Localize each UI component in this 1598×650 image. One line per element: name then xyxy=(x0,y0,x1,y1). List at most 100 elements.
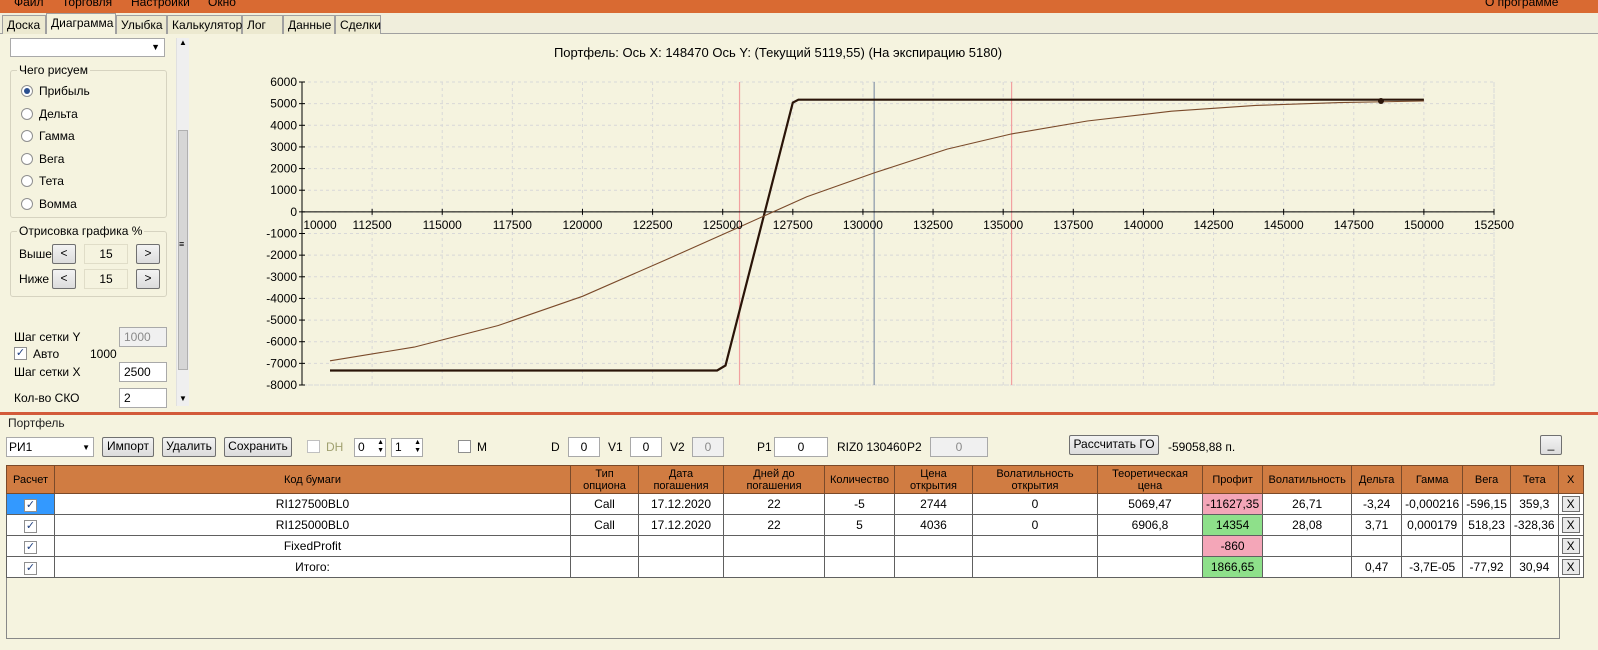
column-header[interactable]: Дней до погашения xyxy=(723,465,825,494)
spin-one[interactable]: 0 ▲ ▼ xyxy=(354,438,386,457)
menu-settings[interactable]: Настройки xyxy=(131,0,190,9)
tab-calculator[interactable]: Калькулятор xyxy=(167,15,242,34)
menu-file[interactable]: Файл xyxy=(14,0,44,9)
table-row[interactable]: ✓ RI127500BL0 Call 17.12.2020 22 -5 2744 0 5069,… xyxy=(6,493,1584,515)
scroll-thumb[interactable]: ≡ xyxy=(178,130,188,370)
save-button[interactable]: Сохранить xyxy=(224,437,292,457)
tab-smile[interactable]: Улыбка xyxy=(116,15,167,34)
pane-splitter[interactable] xyxy=(0,412,1598,415)
calc-checkbox-cell[interactable]: ✓ xyxy=(6,556,55,578)
remove-row-cell[interactable]: X xyxy=(1557,556,1584,578)
column-header[interactable]: Вега xyxy=(1462,465,1511,494)
table-cell: 5069,47 xyxy=(1097,493,1203,515)
portfolio-dropdown[interactable]: РИ1 ▼ xyxy=(6,437,94,457)
column-header[interactable]: Количество xyxy=(824,465,895,494)
column-header[interactable]: Тета xyxy=(1509,465,1559,494)
tab-board[interactable]: Доска xyxy=(2,15,46,34)
radio-vomma-label: Вомма xyxy=(39,197,77,211)
table-cell: 22 xyxy=(723,514,825,536)
calc-checkbox-cell[interactable]: ✓ xyxy=(6,493,55,515)
calc-checkbox[interactable]: ✓ xyxy=(24,498,37,512)
table-cell: 3,71 xyxy=(1351,514,1403,536)
import-button[interactable]: Импорт xyxy=(102,437,154,457)
column-header[interactable]: Профит xyxy=(1201,465,1264,494)
remove-row-button[interactable]: X xyxy=(1561,538,1580,554)
table-row[interactable]: ✓ FixedProfit -860 X xyxy=(6,535,1584,557)
p1-input[interactable]: 0 xyxy=(774,437,828,457)
dh-checkbox[interactable] xyxy=(307,440,320,453)
sko-input[interactable]: 2 xyxy=(119,388,167,408)
menu-window[interactable]: Окно xyxy=(208,0,236,9)
table-cell xyxy=(972,556,1098,578)
above-value[interactable]: 15 xyxy=(84,244,128,264)
column-header[interactable]: Волатильность открытия xyxy=(972,465,1098,494)
p2-input[interactable]: 0 xyxy=(930,437,988,457)
column-header[interactable]: Гамма xyxy=(1401,465,1464,494)
above-decrease-button[interactable]: < xyxy=(52,244,76,264)
below-value[interactable]: 15 xyxy=(84,269,128,289)
column-header[interactable]: Цена открытия xyxy=(894,465,973,494)
menu-trade[interactable]: Торговля xyxy=(62,0,112,9)
scroll-up-icon[interactable]: ▲ xyxy=(179,38,187,47)
table-row[interactable]: ✓ RI125000BL0 Call 17.12.2020 22 5 4036 0 6906,8… xyxy=(6,514,1584,536)
table-cell: 22 xyxy=(723,493,825,515)
portfolio-select[interactable]: ▼ xyxy=(10,38,165,57)
calc-checkbox[interactable]: ✓ xyxy=(24,561,37,575)
remove-row-cell[interactable]: X xyxy=(1557,535,1584,557)
grid-x-input[interactable]: 2500 xyxy=(119,362,167,382)
table-row[interactable]: ✓ Итого: 1866,65 0,47 -3,7E-05 -77,92 30,94 X xyxy=(6,556,1584,578)
remove-row-button[interactable]: X xyxy=(1561,559,1580,575)
calc-go-button[interactable]: Рассчитать ГО xyxy=(1069,435,1159,455)
tab-diagram[interactable]: Диаграмма xyxy=(46,13,116,34)
v2-input[interactable]: 0 xyxy=(692,437,724,457)
minimize-button[interactable]: _ xyxy=(1540,435,1562,455)
table-cell: Итого: xyxy=(54,556,571,578)
delete-button[interactable]: Удалить xyxy=(162,437,216,457)
y-tick-label: -2000 xyxy=(266,248,297,262)
grid-y-input[interactable]: 1000 xyxy=(119,327,167,347)
remove-row-button[interactable]: X xyxy=(1561,517,1580,533)
remove-row-cell[interactable]: X xyxy=(1557,493,1584,515)
x-tick-label: 140000 xyxy=(1123,218,1163,232)
calc-checkbox[interactable]: ✓ xyxy=(24,540,37,554)
spin-two-arrows-icon[interactable]: ▲ ▼ xyxy=(414,439,421,455)
column-header[interactable]: Волатильность xyxy=(1262,465,1353,494)
table-cell: 17.12.2020 xyxy=(638,514,724,536)
column-header[interactable]: X xyxy=(1557,465,1584,494)
tab-log[interactable]: Лог xyxy=(242,15,283,34)
column-header[interactable]: Тип опциона xyxy=(570,465,639,494)
calc-checkbox-cell[interactable]: ✓ xyxy=(6,535,55,557)
tab-data[interactable]: Данные xyxy=(283,15,335,34)
calc-checkbox-cell[interactable]: ✓ xyxy=(6,514,55,536)
below-decrease-button[interactable]: < xyxy=(52,269,76,289)
radio-vega-label: Вега xyxy=(39,152,65,166)
settings-panel: ▼ Чего рисуем Прибыль Дельта Гамма Вега … xyxy=(0,34,190,412)
d-input[interactable]: 0 xyxy=(568,437,600,457)
calc-checkbox[interactable]: ✓ xyxy=(24,519,37,533)
below-increase-button[interactable]: > xyxy=(136,269,160,289)
column-header[interactable]: Код бумаги xyxy=(54,465,571,494)
table-cell: -5 xyxy=(824,493,895,515)
above-increase-button[interactable]: > xyxy=(136,244,160,264)
column-header[interactable]: Теоретическая цена xyxy=(1097,465,1203,494)
v1-input[interactable]: 0 xyxy=(630,437,662,457)
column-header[interactable]: Дельта xyxy=(1351,465,1403,494)
auto-checkbox[interactable]: ✓ xyxy=(14,347,27,360)
grid-x-label: Шаг сетки X xyxy=(14,365,81,379)
column-header[interactable]: Дата погашения xyxy=(638,465,724,494)
x-tick-label: 117500 xyxy=(493,218,532,232)
table-cell xyxy=(1462,535,1511,557)
settings-scrollbar[interactable]: ▲ ≡ ▼ xyxy=(176,38,189,406)
spin-two[interactable]: 1 ▲ ▼ xyxy=(391,438,423,457)
x-tick-label: 115000 xyxy=(423,218,462,232)
spin-one-arrows-icon[interactable]: ▲ ▼ xyxy=(377,439,384,455)
scroll-down-icon[interactable]: ▼ xyxy=(179,394,187,403)
remove-row-cell[interactable]: X xyxy=(1557,514,1584,536)
menu-about[interactable]: О программе xyxy=(1485,0,1558,9)
m-checkbox[interactable] xyxy=(458,440,471,453)
grid-y-label: Шаг сетки Y xyxy=(14,330,81,344)
y-tick-label: 4000 xyxy=(270,118,297,132)
remove-row-button[interactable]: X xyxy=(1561,496,1580,512)
column-header[interactable]: Расчет xyxy=(6,465,55,494)
tab-deals[interactable]: Сделки xyxy=(335,15,381,34)
